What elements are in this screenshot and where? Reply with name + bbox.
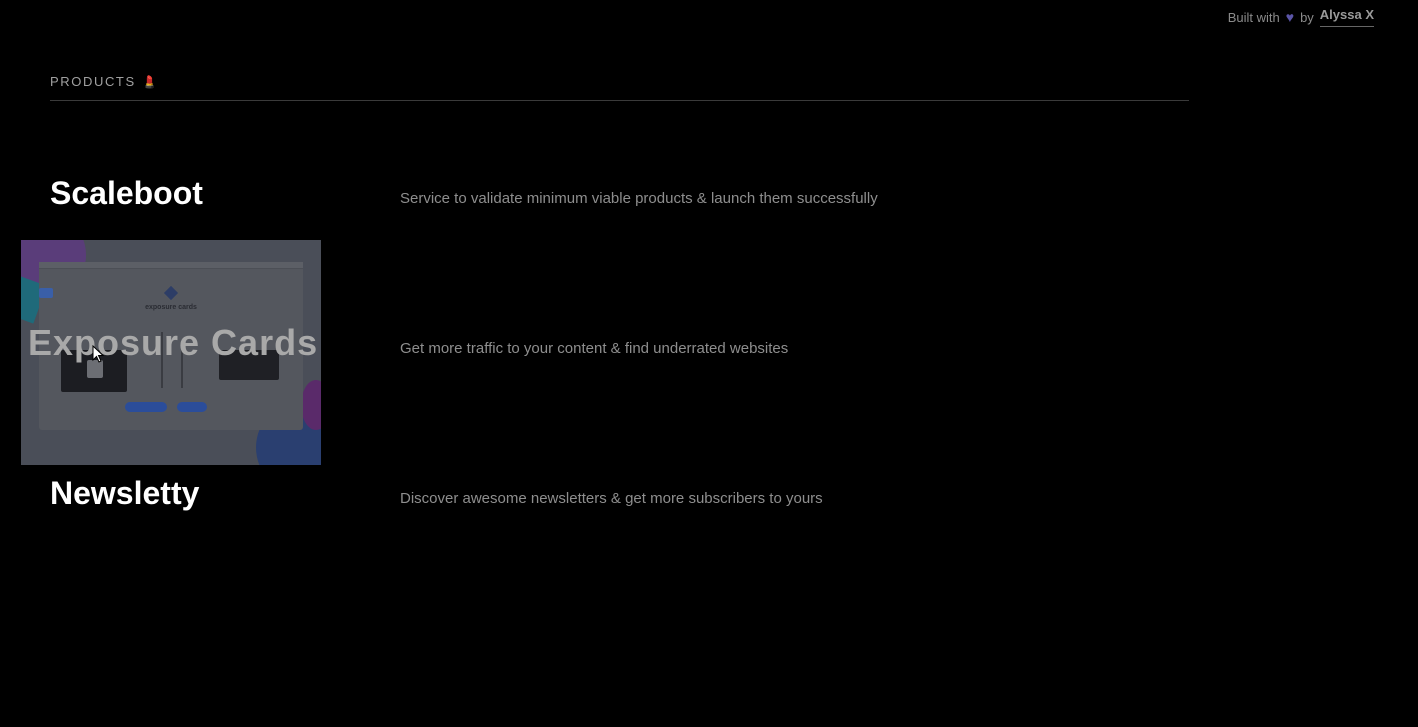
product-name[interactable]: Newsletty — [50, 475, 199, 512]
product-row-newsletty[interactable]: Newsletty Discover awesome newsletters &… — [0, 465, 1418, 615]
preview-logo-icon — [163, 285, 179, 301]
heart-icon: ♥ — [1285, 9, 1295, 25]
author-link[interactable]: Alyssa X — [1319, 7, 1374, 27]
credit-prefix: Built with — [1227, 9, 1280, 25]
product-name[interactable]: Scaleboot — [50, 175, 203, 212]
product-description: Service to validate minimum viable produ… — [400, 190, 878, 207]
credit-by: by — [1300, 9, 1314, 25]
product-name-exposure-cards[interactable]: Exposure Cards — [28, 322, 318, 364]
mouse-cursor-icon — [92, 345, 104, 363]
preview-window-bar — [39, 262, 303, 269]
product-description: Get more traffic to your content & find … — [400, 340, 789, 357]
preview-side-tab — [39, 288, 53, 298]
preview-button — [125, 402, 167, 412]
preview-title: exposure cards — [145, 304, 197, 311]
product-description: Discover awesome newsletters & get more … — [400, 490, 823, 507]
section-title: PRODUCTS — [50, 74, 136, 89]
section-header: PRODUCTS 💄 — [50, 73, 1189, 101]
preview-button — [177, 402, 207, 412]
page: Built with ♥ by Alyssa X PRODUCTS 💄 Scal… — [0, 0, 1418, 727]
lipstick-icon: 💄 — [142, 75, 158, 89]
credit: Built with ♥ by Alyssa X — [1228, 7, 1374, 27]
